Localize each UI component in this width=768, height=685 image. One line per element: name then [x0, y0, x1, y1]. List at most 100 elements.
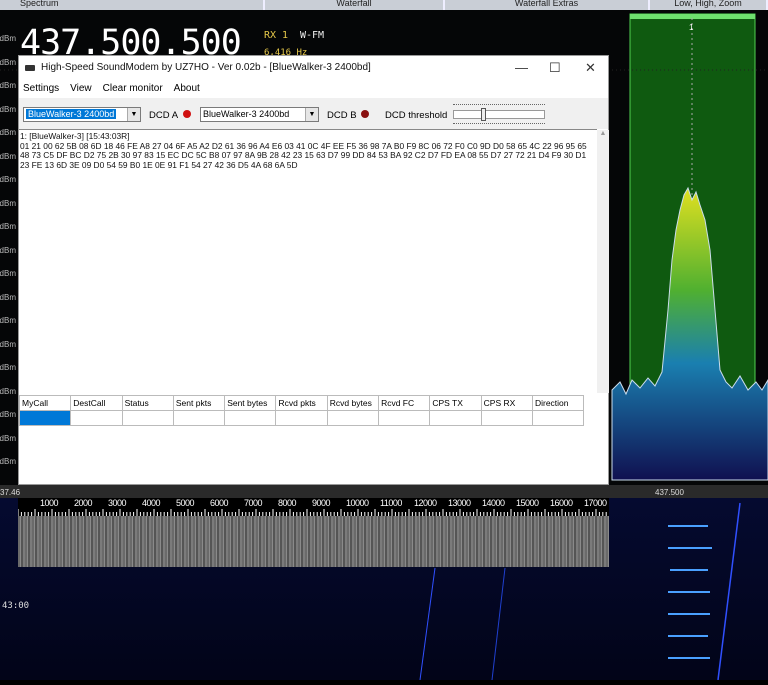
close-icon[interactable]: ✕: [585, 60, 596, 76]
scale-label: 11000: [380, 498, 402, 508]
column-header[interactable]: CPS TX: [429, 395, 482, 411]
column-header[interactable]: DestCall: [70, 395, 123, 411]
db-label: dBm: [0, 457, 16, 466]
column-header[interactable]: Status: [121, 395, 174, 411]
menu-settings[interactable]: Settings: [23, 83, 59, 94]
column-header[interactable]: MyCall: [18, 395, 72, 411]
slider-thumb[interactable]: [481, 108, 486, 121]
toolbar: BlueWalker-3 2400bd ▼ DCD A BlueWalker-3…: [19, 98, 608, 129]
table-cell[interactable]: [121, 410, 174, 426]
db-label: dBm: [0, 151, 16, 161]
db-label: dBm: [0, 269, 16, 278]
axis-center-label: 437.500: [655, 488, 684, 497]
mode-indicator: W-FM: [300, 30, 325, 41]
dcd-a-label: DCD A: [149, 110, 179, 121]
db-label: dBm: [0, 57, 16, 67]
db-label: dBm: [0, 363, 16, 372]
menu-bar: Settings View Clear monitor About: [19, 79, 608, 98]
modem-a-value: BlueWalker-3 2400bd: [26, 109, 117, 119]
scale-label: 8000: [278, 498, 297, 508]
db-label: dBm: [0, 410, 16, 419]
db-label: dBm: [0, 34, 16, 43]
scale-label: 5000: [176, 498, 195, 508]
tab-waterfall-extras[interactable]: Waterfall Extras: [445, 0, 650, 10]
scroll-up-icon[interactable]: ▲: [597, 130, 609, 137]
scale-label: 10000: [346, 498, 369, 508]
column-header[interactable]: Sent pkts: [172, 395, 226, 411]
db-label: dBm: [0, 81, 16, 90]
chevron-down-icon[interactable]: ▼: [305, 108, 318, 121]
db-label: dBm: [0, 292, 16, 302]
app-icon: [25, 64, 35, 71]
minimize-icon[interactable]: —: [515, 60, 528, 75]
db-label: dBm: [0, 433, 16, 443]
tab-waterfall[interactable]: Waterfall: [265, 0, 445, 10]
dcd-a-indicator: [183, 110, 191, 118]
scale-label: 3000: [108, 498, 127, 508]
dcd-b-indicator: [361, 110, 369, 118]
db-label: dBm: [0, 198, 16, 208]
tab-low-high-zoom[interactable]: Low, High, Zoom: [650, 0, 768, 10]
axis-left-label: 37.46: [0, 488, 21, 497]
dcd-b-label: DCD B: [327, 110, 357, 121]
dcd-threshold-slider[interactable]: [453, 104, 545, 124]
db-label: dBm: [0, 222, 16, 231]
scale-label: 13000: [448, 498, 471, 508]
table-cell[interactable]: [378, 410, 431, 426]
table-cell[interactable]: [275, 410, 328, 426]
scale-label: 4000: [142, 498, 161, 508]
column-header[interactable]: Direction: [531, 395, 585, 411]
frequency-axis: [0, 485, 768, 498]
chevron-down-icon[interactable]: ▼: [127, 108, 140, 121]
scale-label: 17000: [584, 498, 607, 508]
scale-label: 1000: [40, 498, 59, 508]
table-cell[interactable]: [326, 410, 380, 426]
menu-about[interactable]: About: [174, 83, 200, 94]
menu-clear-monitor[interactable]: Clear monitor: [103, 83, 163, 94]
column-header[interactable]: CPS RX: [480, 395, 533, 411]
table-cell[interactable]: [531, 410, 585, 426]
table-cell[interactable]: [480, 410, 533, 426]
monitor-scrollbar[interactable]: ▲: [597, 130, 609, 393]
db-label: dBm: [0, 339, 16, 349]
rx-indicator: RX 1: [264, 30, 289, 41]
table-cell[interactable]: [224, 410, 277, 426]
window-title: High-Speed SoundModem by UZ7HO - Ver 0.0…: [41, 62, 371, 73]
scale-label: 14000: [482, 498, 505, 508]
scale-label: 12000: [414, 498, 437, 508]
table-cell[interactable]: [429, 410, 482, 426]
table-cell[interactable]: [18, 410, 72, 426]
menu-view[interactable]: View: [70, 83, 92, 94]
connections-table: MyCall DestCall Status Sent pkts Sent bytes R…: [18, 395, 585, 426]
table-cell[interactable]: [70, 410, 123, 426]
modem-b-value: BlueWalker-3 2400bd: [203, 109, 290, 119]
column-header[interactable]: Sent bytes: [224, 395, 277, 411]
scale-label: 6000: [210, 498, 229, 508]
waterfall-time: 43:00: [2, 601, 30, 611]
db-label: dBm: [0, 386, 16, 396]
column-header[interactable]: Rcvd FC: [378, 395, 431, 411]
column-header[interactable]: Rcvd pkts: [275, 395, 328, 411]
soundmodem-window: High-Speed SoundModem by UZ7HO - Ver 0.0…: [18, 55, 609, 485]
modem-b-select[interactable]: BlueWalker-3 2400bd ▼: [200, 107, 319, 122]
db-label: dBm: [0, 175, 16, 184]
top-tabs: Spectrum Waterfall Waterfall Extras Low,…: [0, 0, 768, 10]
db-label: dBm: [0, 128, 16, 137]
db-label: dBm: [0, 316, 16, 325]
scale-label: 9000: [312, 498, 331, 508]
audio-frequency-scale: 1000 2000 3000 4000 5000 6000 7000 8000 9000 1000…: [18, 498, 609, 516]
filter-label: 1: [689, 23, 694, 32]
tab-spectrum[interactable]: Spectrum: [0, 0, 265, 10]
modem-a-select[interactable]: BlueWalker-3 2400bd ▼: [23, 107, 141, 122]
maximize-icon[interactable]: ☐: [549, 60, 561, 76]
db-label: dBm: [0, 245, 16, 255]
monitor-text[interactable]: 1: [BlueWalker-3] [15:43:03R] 01 21 00 6…: [19, 129, 597, 393]
scale-label: 7000: [244, 498, 263, 508]
column-header[interactable]: Rcvd bytes: [326, 395, 380, 411]
scale-label: 15000: [516, 498, 539, 508]
table-cell[interactable]: [172, 410, 226, 426]
audio-waterfall: [18, 516, 609, 567]
scale-label: 16000: [550, 498, 573, 508]
dcd-threshold-label: DCD threshold: [385, 110, 448, 121]
db-label: dBm: [0, 104, 16, 114]
